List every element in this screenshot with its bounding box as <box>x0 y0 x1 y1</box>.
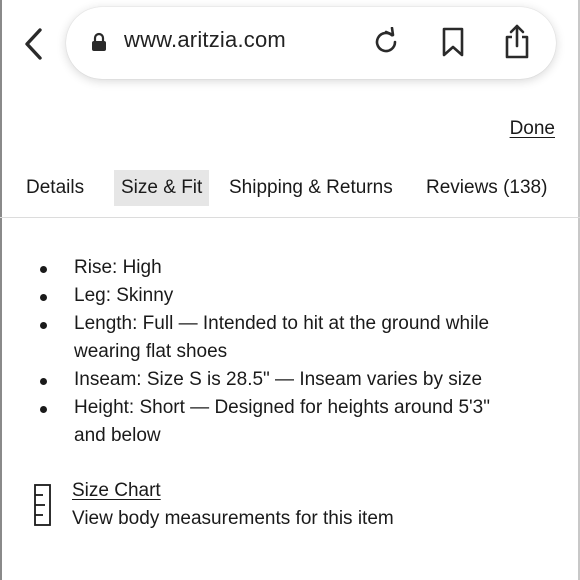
spec-line: Rise: High <box>74 257 162 278</box>
bullet-icon <box>40 266 47 273</box>
spec-line: Length: Full — Intended to hit at the gr… <box>74 313 490 334</box>
url-text[interactable]: www.aritzia.com <box>124 27 286 53</box>
back-button[interactable] <box>18 24 48 64</box>
tab-details[interactable]: Details <box>19 170 91 206</box>
list-item: Length: Full — Intended to hit at the gr… <box>40 310 544 366</box>
size-chart-description: View body measurements for this item <box>72 508 394 529</box>
done-button[interactable]: Done <box>510 118 555 140</box>
spec-line-continued: and below <box>74 425 161 446</box>
tab-shipping-and-returns[interactable]: Shipping & Returns <box>222 170 400 206</box>
bullet-icon <box>40 322 47 329</box>
bullet-icon <box>40 294 47 301</box>
list-item: Leg: Skinny <box>40 282 544 310</box>
bullet-icon <box>40 378 47 385</box>
spec-line: Inseam: Size S is 28.5" — Inseam varies … <box>74 369 483 390</box>
spec-line-continued: wearing flat shoes <box>74 341 228 362</box>
product-info-tabs: Details Size & Fit Shipping & Returns Re… <box>0 170 580 218</box>
address-bar[interactable]: www.aritzia.com <box>66 7 556 79</box>
share-icon[interactable] <box>502 23 532 59</box>
spec-line: Height: Short — Designed for heights aro… <box>74 397 490 418</box>
reload-icon[interactable] <box>371 27 401 57</box>
size-chart-link[interactable]: Size Chart <box>72 478 161 504</box>
chevron-left-icon <box>25 28 42 60</box>
window-edge-left <box>0 0 2 580</box>
tab-reviews[interactable]: Reviews (138) <box>419 170 554 206</box>
ruler-icon <box>34 484 51 526</box>
spec-line: Leg: Skinny <box>74 285 174 306</box>
list-item: Rise: High <box>40 254 544 282</box>
list-item: Height: Short — Designed for heights aro… <box>40 394 544 450</box>
lock-icon <box>92 32 106 51</box>
tab-size-and-fit[interactable]: Size & Fit <box>114 170 210 206</box>
bullet-icon <box>40 406 47 413</box>
list-item: Inseam: Size S is 28.5" — Inseam varies … <box>40 366 544 394</box>
bookmark-icon[interactable] <box>440 27 466 57</box>
